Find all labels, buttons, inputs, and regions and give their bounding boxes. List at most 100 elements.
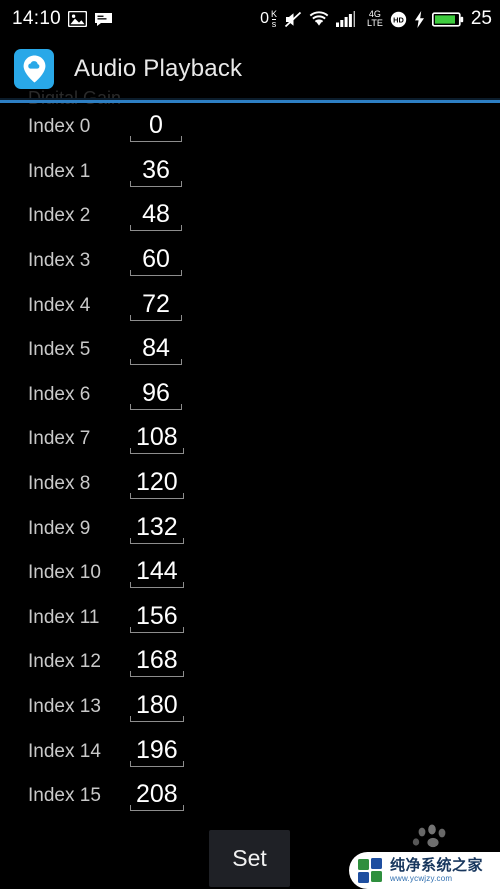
index-value-input[interactable]: 196 (130, 737, 184, 767)
index-value-text: 168 (136, 646, 178, 675)
index-row: Index 4 72 (0, 283, 500, 328)
index-row-label: Index 0 (28, 116, 91, 138)
image-icon (68, 11, 88, 27)
index-row: Index 2 48 (0, 194, 500, 239)
set-button[interactable]: Set (209, 830, 290, 887)
field-underline-tick-left (130, 180, 131, 187)
message-icon (94, 12, 113, 27)
index-value-input[interactable]: 120 (130, 469, 184, 500)
field-underline-tick-left (130, 582, 131, 589)
network-type-bottom: LTE (367, 18, 383, 28)
index-row-label: Index 6 (28, 383, 91, 405)
index-row-label: Index 8 (28, 473, 91, 495)
index-row: Index 7 108 (0, 417, 500, 462)
field-underline-tick-left (130, 671, 131, 678)
field-underline-tick-left (130, 716, 131, 723)
index-value-input[interactable]: 72 (130, 291, 182, 321)
index-row: Index 6 96 (0, 373, 500, 418)
index-row-label: Index 7 (28, 428, 91, 450)
index-list[interactable]: Index 0 0 Index 1 36 Index 2 48 Index 3 60 Index… (0, 105, 500, 819)
index-row-label: Index 1 (28, 160, 91, 182)
field-underline-tick-left (130, 537, 131, 544)
data-rate-value: 0 (260, 10, 269, 27)
index-row: Index 11 156 (0, 596, 500, 641)
index-row: Index 12 168 (0, 640, 500, 685)
index-value-input[interactable]: 132 (130, 514, 184, 544)
field-underline-tick-right (182, 582, 184, 589)
index-row: Index 8 120 (0, 462, 500, 507)
index-row-label: Index 15 (28, 785, 101, 807)
field-underline-tick-right (182, 626, 184, 633)
field-underline-tick-left (130, 136, 131, 143)
index-value-input[interactable]: 0 (130, 111, 182, 143)
field-underline-tick-left (130, 314, 131, 321)
index-row-label: Index 5 (28, 339, 91, 361)
index-value-input[interactable]: 48 (130, 201, 182, 232)
field-underline-tick-right (182, 448, 184, 455)
field-underline-tick-left (130, 225, 131, 232)
status-bar-clock: 14:10 (12, 8, 62, 29)
field-underline-tick-right (182, 493, 184, 500)
index-value-text: 196 (136, 735, 178, 764)
index-value-input[interactable]: 108 (130, 423, 184, 455)
index-value-input[interactable]: 60 (130, 246, 182, 277)
index-value-input[interactable]: 84 (130, 334, 182, 366)
field-underline-tick-right (181, 225, 182, 232)
index-row: Index 10 144 (0, 551, 500, 596)
field-underline-tick-right (181, 136, 182, 143)
data-rate-unit: K s (271, 9, 277, 29)
charging-bolt-icon (414, 10, 425, 28)
battery-percent-label: 25 (470, 8, 492, 29)
watermark-site-url: www.ycwjzy.com (390, 873, 453, 883)
index-value-text: 72 (142, 289, 170, 318)
field-underline-tick-left (130, 359, 131, 366)
field-underline-tick-right (182, 805, 184, 812)
index-value-input[interactable]: 168 (130, 646, 184, 678)
index-value-input[interactable]: 156 (130, 603, 184, 633)
index-value-text: 84 (142, 334, 170, 363)
index-row-label: Index 14 (28, 740, 101, 762)
field-underline-tick-left (130, 493, 131, 500)
wifi-icon (309, 11, 329, 27)
index-row: Index 5 84 (0, 328, 500, 373)
index-row: Index 3 60 (0, 239, 500, 284)
field-underline-tick-right (181, 270, 182, 277)
index-value-input[interactable]: 96 (130, 380, 182, 410)
4g-lte-icon: 4G LTE (365, 10, 383, 28)
index-value-input[interactable]: 144 (130, 557, 184, 589)
index-value-text: 156 (136, 601, 178, 630)
index-value-input[interactable]: 180 (130, 691, 184, 723)
index-value-text: 36 (142, 155, 170, 184)
field-underline-tick-right (181, 403, 182, 410)
index-row-label: Index 9 (28, 517, 91, 539)
site-watermark: 纯净系统之家 www.ycwjzy.com (349, 852, 500, 889)
index-row-label: Index 3 (28, 250, 91, 272)
index-value-text: 96 (142, 378, 170, 407)
status-bar: 14:10 0 K s 4G LTE HD 25 (0, 0, 500, 38)
watermark-site-name: 纯净系统之家 (390, 856, 484, 874)
index-row: Index 9 132 (0, 506, 500, 551)
app-title: Audio Playback (74, 55, 243, 82)
svg-text:HD: HD (393, 15, 404, 24)
index-row-label: Index 12 (28, 651, 101, 673)
index-value-input[interactable]: 36 (130, 157, 182, 187)
phone-screen: 14:10 0 K s 4G LTE HD 25 Audio Playback … (0, 0, 500, 889)
field-underline-tick-right (181, 359, 182, 366)
field-underline-tick-right (182, 716, 184, 723)
index-value-text: 0 (149, 111, 163, 140)
field-underline-tick-right (182, 537, 184, 544)
index-row: Index 14 196 (0, 729, 500, 774)
field-underline-tick-left (130, 626, 131, 633)
index-value-text: 144 (136, 557, 178, 586)
field-underline-tick-left (130, 270, 131, 277)
status-bar-right: 0 K s 4G LTE HD 25 (260, 8, 492, 30)
index-row: Index 0 0 (0, 105, 500, 150)
index-row-label: Index 2 (28, 205, 91, 227)
status-bar-left: 14:10 (12, 8, 113, 30)
index-row-label: Index 4 (28, 294, 91, 316)
index-value-input[interactable]: 208 (130, 781, 184, 812)
index-value-text: 108 (136, 423, 178, 452)
index-value-text: 180 (136, 691, 178, 720)
index-value-text: 132 (136, 512, 178, 541)
data-rate-unit-bottom: s (271, 18, 277, 29)
